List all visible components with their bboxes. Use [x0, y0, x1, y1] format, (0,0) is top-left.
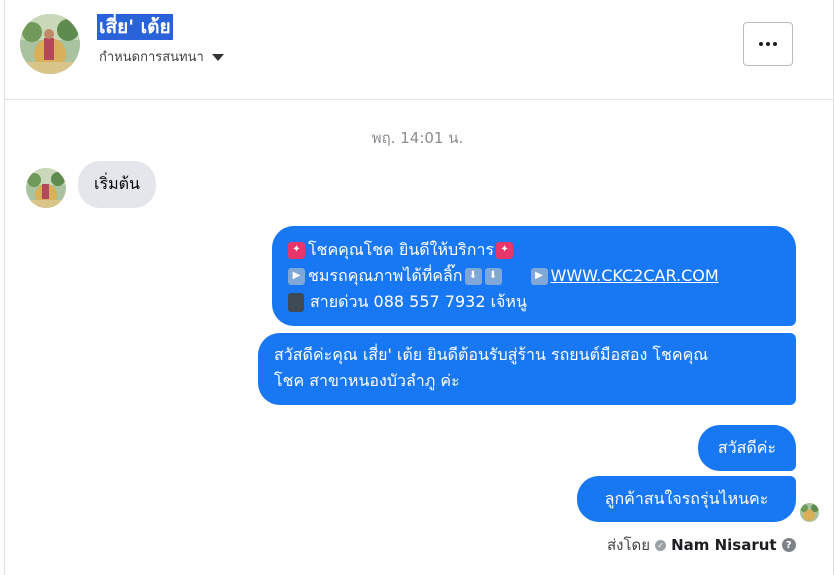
conversation-settings-label: กำหนดการสนทนา: [99, 50, 204, 65]
red-sparkle-emoji-icon: ✦: [288, 241, 305, 259]
message-timestamp: พฤ. 14:01 น.: [371, 129, 464, 147]
conversation-settings-dropdown[interactable]: กำหนดการสนทนา: [99, 46, 224, 67]
check-icon: ✓: [655, 539, 667, 551]
message-line: ▶ ชมรถคุณภาพได้ที่คลิ๊ก ⬇ ⬇ ▶ WWW.CKC2CA…: [288, 263, 780, 289]
more-options-button[interactable]: [743, 22, 793, 66]
sender-avatar[interactable]: [26, 168, 66, 208]
sent-by-info: ส่งโดย ✓ Nam Nisarut ?: [607, 533, 796, 557]
message-text: สายด่วน 088 557 7932 เจ้หนู: [310, 292, 527, 311]
message-text: ชมรถคุณภาพได้ที่คลิ๊ก: [308, 266, 463, 285]
red-sparkle-emoji-icon: ✦: [496, 241, 514, 259]
more-dot: [766, 42, 770, 46]
outgoing-message-bubble[interactable]: ✦ โชคคุณโชค ยินดีให้บริการ ✦ ▶ ชมรถคุณภา…: [272, 226, 796, 326]
sent-by-label: ส่งโดย: [607, 536, 651, 554]
play-button-emoji-icon: ▶: [530, 267, 548, 285]
conversation-header: เสี่ย' เต้ย กำหนดการสนทนา: [5, 0, 833, 100]
window-border-right: [833, 0, 834, 575]
sender-name: Nam Nisarut: [671, 536, 777, 554]
seen-avatar: [800, 503, 819, 522]
outgoing-message-bubble[interactable]: สวัสดีค่ะคุณ เสี่ย' เต้ย ยินดีต้อนรับสู่…: [258, 333, 796, 405]
play-button-emoji-icon: ▶: [288, 267, 305, 285]
down-arrow-emoji-icon: ⬇: [484, 267, 502, 285]
message-text: โชค สาขาหนองบัวลำภู ค่ะ: [274, 371, 460, 390]
website-link[interactable]: WWW.CKC2CAR.COM: [551, 263, 719, 289]
message-text: โชคคุณโชค ยินดีให้บริการ: [308, 240, 495, 259]
contact-avatar[interactable]: [20, 14, 80, 74]
message-line: ✦ โชคคุณโชค ยินดีให้บริการ ✦: [288, 237, 780, 263]
chevron-down-icon: [211, 54, 224, 61]
incoming-message-bubble[interactable]: เริ่มต้น: [78, 161, 156, 208]
message-text: สวัสดีค่ะคุณ เสี่ย' เต้ย ยินดีต้อนรับสู่…: [274, 345, 709, 364]
more-horizontal-icon: [759, 42, 763, 46]
outgoing-message-bubble[interactable]: ลูกค้าสนใจรถรุ่นไหนคะ: [577, 476, 796, 522]
more-dot: [773, 42, 777, 46]
help-icon[interactable]: ?: [781, 538, 796, 552]
message-line: สายด่วน 088 557 7932 เจ้หนู: [288, 289, 780, 315]
contact-name[interactable]: เสี่ย' เต้ย: [97, 14, 173, 40]
mobile-phone-emoji-icon: [288, 292, 304, 312]
outgoing-message-bubble[interactable]: สวัสดีค่ะ: [698, 425, 796, 471]
down-arrow-emoji-icon: ⬇: [464, 267, 482, 285]
